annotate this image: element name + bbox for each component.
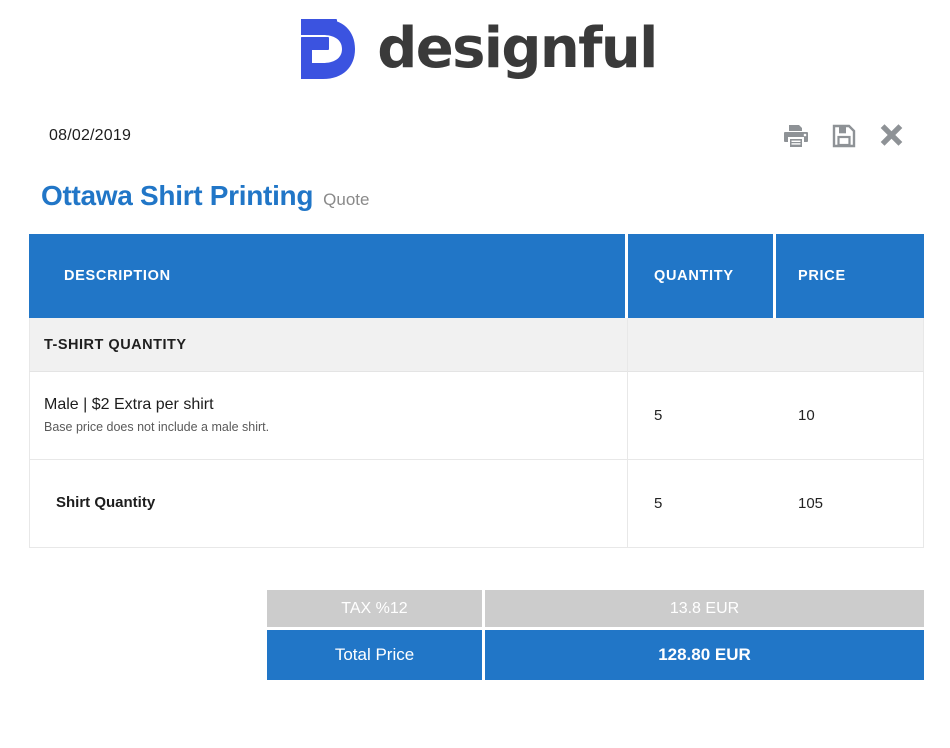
page-title: Ottawa Shirt Printing (41, 180, 314, 211)
item-price-cell: 10 (776, 372, 924, 460)
table-body: T-SHIRT QUANTITY Male | $2 Extra per shi… (29, 318, 924, 548)
brand-lockup: designful (293, 15, 658, 83)
brand-header: designful (0, 0, 950, 92)
designful-d-logo-icon (293, 15, 359, 83)
item-price-cell: 105 (776, 460, 924, 548)
table-header: DESCRIPTION QUANTITY PRICE (29, 234, 924, 318)
action-icons (782, 121, 926, 151)
document-type-label: Quote (323, 190, 370, 209)
total-price-row: Total Price 128.80 EUR (267, 630, 924, 680)
table-row: Shirt Quantity 5 105 (29, 460, 924, 548)
quote-page: designful 08/02/2019 Ottawa Shirt Printi… (0, 0, 950, 748)
quote-items-table: DESCRIPTION QUANTITY PRICE T-SHIRT QUANT… (29, 234, 924, 548)
table-header-row: DESCRIPTION QUANTITY PRICE (29, 234, 924, 318)
title-row: Ottawa Shirt Printing Quote (0, 154, 950, 212)
quote-date: 08/02/2019 (49, 127, 132, 144)
tax-row: TAX %12 13.8 EUR (267, 590, 924, 630)
totals-table: TAX %12 13.8 EUR Total Price 128.80 EUR (267, 590, 924, 680)
column-header-description: DESCRIPTION (29, 234, 628, 318)
item-description-cell: Shirt Quantity (29, 460, 628, 548)
brand-wordmark: designful (377, 16, 658, 81)
tax-value: 13.8 EUR (485, 590, 924, 630)
meta-row: 08/02/2019 (0, 92, 950, 154)
printer-icon (782, 122, 810, 150)
item-name: Male | $2 Extra per shirt (44, 396, 214, 414)
save-button[interactable] (830, 122, 858, 150)
total-price-label: Total Price (267, 630, 485, 680)
column-header-quantity: QUANTITY (628, 234, 776, 318)
section-label: T-SHIRT QUANTITY (29, 318, 628, 372)
floppy-disk-save-icon (830, 122, 858, 150)
item-description-cell: Male | $2 Extra per shirt Base price doe… (29, 372, 628, 460)
totals-section: TAX %12 13.8 EUR Total Price 128.80 EUR (0, 548, 950, 680)
table-row: Male | $2 Extra per shirt Base price doe… (29, 372, 924, 460)
tax-label: TAX %12 (267, 590, 485, 630)
item-name: Shirt Quantity (56, 494, 156, 512)
column-header-price: PRICE (776, 234, 924, 318)
close-button[interactable] (878, 121, 908, 151)
total-price-value: 128.80 EUR (485, 630, 924, 680)
section-spacer-price (776, 318, 924, 372)
item-note: Base price does not include a male shirt… (44, 420, 270, 435)
close-x-icon (878, 121, 908, 151)
section-spacer-quantity (628, 318, 776, 372)
item-quantity-cell: 5 (628, 460, 776, 548)
table-section-row: T-SHIRT QUANTITY (29, 318, 924, 372)
item-quantity-cell: 5 (628, 372, 776, 460)
print-button[interactable] (782, 122, 810, 150)
